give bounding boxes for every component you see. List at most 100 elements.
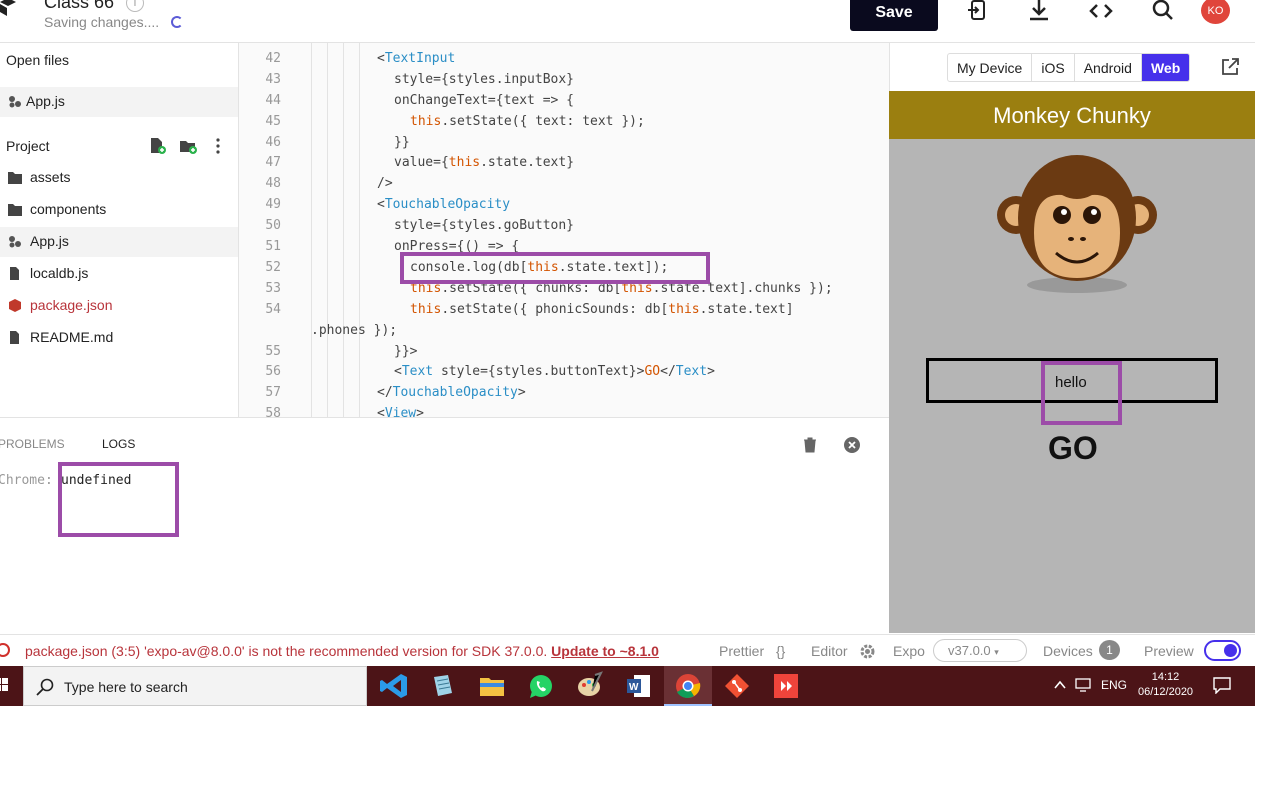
new-file-icon[interactable]: [150, 137, 166, 155]
save-button[interactable]: Save: [850, 0, 938, 31]
tab-problems[interactable]: PROBLEMS: [0, 437, 65, 451]
line-number: 45: [265, 114, 281, 129]
line-number: 49: [265, 197, 281, 212]
platform-selector[interactable]: My Device iOS Android Web: [947, 53, 1191, 82]
editor-settings[interactable]: Editor: [811, 643, 848, 659]
line-number: 52: [265, 260, 281, 275]
folder-icon: [8, 172, 22, 184]
top-bar: Class 66 i Saving changes.... Save KO: [0, 0, 1255, 43]
more-options-icon[interactable]: [214, 137, 222, 155]
expo-label: Expo: [893, 643, 925, 659]
line-number: 55: [265, 344, 281, 359]
expo-version-select[interactable]: v37.0.0 ▾: [933, 639, 1027, 662]
network-icon[interactable]: [1075, 678, 1093, 692]
line-number: 48: [265, 176, 281, 191]
trash-icon[interactable]: [803, 437, 817, 453]
open-external-icon[interactable]: [1221, 58, 1239, 76]
line-number: 47: [265, 155, 281, 170]
open-file-item[interactable]: App.js: [0, 87, 238, 117]
project-title[interactable]: Class 66: [44, 0, 114, 13]
sidebar-item-localdb[interactable]: localdb.js: [0, 259, 238, 289]
sidebar-item-components[interactable]: components: [0, 195, 238, 225]
highlight-input-value: [1041, 361, 1122, 425]
anydesk-icon[interactable]: [771, 671, 801, 701]
sidebar-item-package-json[interactable]: package.json: [0, 291, 238, 321]
chevron-down-icon: ▾: [994, 647, 999, 657]
windows-start-icon[interactable]: [0, 678, 8, 692]
export-device-icon[interactable]: [966, 0, 990, 22]
notepad-icon[interactable]: [428, 671, 458, 701]
embed-code-icon[interactable]: [1089, 0, 1113, 22]
line-number: 57: [265, 385, 281, 400]
taskbar-search-placeholder: Type here to search: [64, 679, 188, 695]
sidebar-item-assets[interactable]: assets: [0, 163, 238, 193]
sidebar-item-app-js[interactable]: App.js: [0, 227, 238, 257]
whatsapp-icon[interactable]: [526, 671, 556, 701]
log-source: Chrome:: [0, 473, 53, 488]
search-icon: [36, 678, 54, 696]
preview-toggle[interactable]: [1204, 640, 1241, 661]
clock-date: 06/12/2020: [1138, 686, 1194, 698]
taskbar-search-input[interactable]: Type here to search: [23, 666, 367, 706]
chevron-up-icon[interactable]: [1054, 680, 1066, 690]
app-header: Monkey Chunky: [889, 91, 1255, 139]
devices-label[interactable]: Devices: [1043, 643, 1093, 659]
tab-logs[interactable]: LOGS: [102, 437, 135, 451]
avatar[interactable]: KO: [1201, 0, 1230, 24]
platform-my-device[interactable]: My Device: [948, 54, 1033, 81]
expo-version-value: v37.0.0: [948, 643, 991, 658]
code-line: }}: [394, 135, 410, 150]
prettier-toggle[interactable]: Prettier: [719, 643, 764, 659]
search-icon[interactable]: [1151, 0, 1175, 22]
sidebar-item-readme[interactable]: README.md: [0, 323, 238, 353]
platform-android[interactable]: Android: [1075, 54, 1142, 81]
go-button[interactable]: GO: [1048, 430, 1098, 467]
git-icon[interactable]: [722, 671, 752, 701]
taskbar-clock[interactable]: 14:12 06/12/2020: [1138, 670, 1193, 700]
gear-icon[interactable]: [859, 643, 876, 660]
js-file-icon: [9, 236, 21, 248]
platform-web[interactable]: Web: [1141, 54, 1190, 81]
indent-guide: [359, 43, 360, 417]
js-file-icon: [9, 96, 21, 108]
svg-text:W: W: [629, 682, 639, 693]
open-files-heading: Open files: [6, 52, 70, 68]
info-icon[interactable]: i: [126, 0, 144, 12]
line-number: 53: [265, 281, 281, 296]
snack-logo-icon[interactable]: [0, 0, 20, 20]
code-line: value={this.state.text}: [394, 155, 575, 170]
line-number: 58: [265, 406, 281, 417]
new-folder-icon[interactable]: [179, 137, 197, 155]
error-message[interactable]: package.json (3:5) 'expo-av@8.0.0' is no…: [25, 643, 659, 659]
platform-ios[interactable]: iOS: [1032, 54, 1075, 81]
indent-guide: [343, 43, 344, 417]
line-number: 54: [265, 302, 281, 317]
sidebar-item-label: App.js: [30, 233, 69, 249]
file-explorer-icon[interactable]: [477, 671, 507, 701]
download-icon[interactable]: [1027, 0, 1051, 22]
update-link[interactable]: Update to ~8.1.0: [551, 643, 659, 659]
file-sidebar: Open files App.js Project assets compone…: [0, 43, 239, 417]
indent-guide: [327, 43, 328, 417]
word-icon[interactable]: W: [624, 671, 654, 701]
close-icon[interactable]: [844, 437, 860, 453]
file-icon: [10, 331, 19, 344]
code-editor[interactable]: 42 <TextInput 43 style={styles.inputBox}…: [239, 43, 889, 417]
code-line: this.setState({ phonicSounds: db[this.st…: [410, 302, 794, 317]
chrome-icon[interactable]: [673, 671, 703, 701]
vscode-icon[interactable]: [379, 671, 409, 701]
braces-icon[interactable]: {}: [776, 643, 785, 659]
monkey-image: [997, 155, 1157, 293]
paint-icon[interactable]: [575, 671, 605, 701]
code-line: this.setState({ text: text });: [410, 114, 645, 129]
open-file-label: App.js: [26, 93, 65, 109]
line-number: 51: [265, 239, 281, 254]
language-indicator[interactable]: ENG: [1101, 678, 1127, 692]
loading-spinner-icon: [171, 16, 183, 28]
sidebar-item-label: README.md: [30, 329, 114, 345]
code-line: .phones });: [311, 323, 398, 338]
notification-icon[interactable]: [1213, 677, 1231, 694]
code-line: </TouchableOpacity>: [377, 385, 526, 400]
highlight-log-output: [58, 462, 179, 537]
highlight-console-log: [400, 252, 710, 284]
